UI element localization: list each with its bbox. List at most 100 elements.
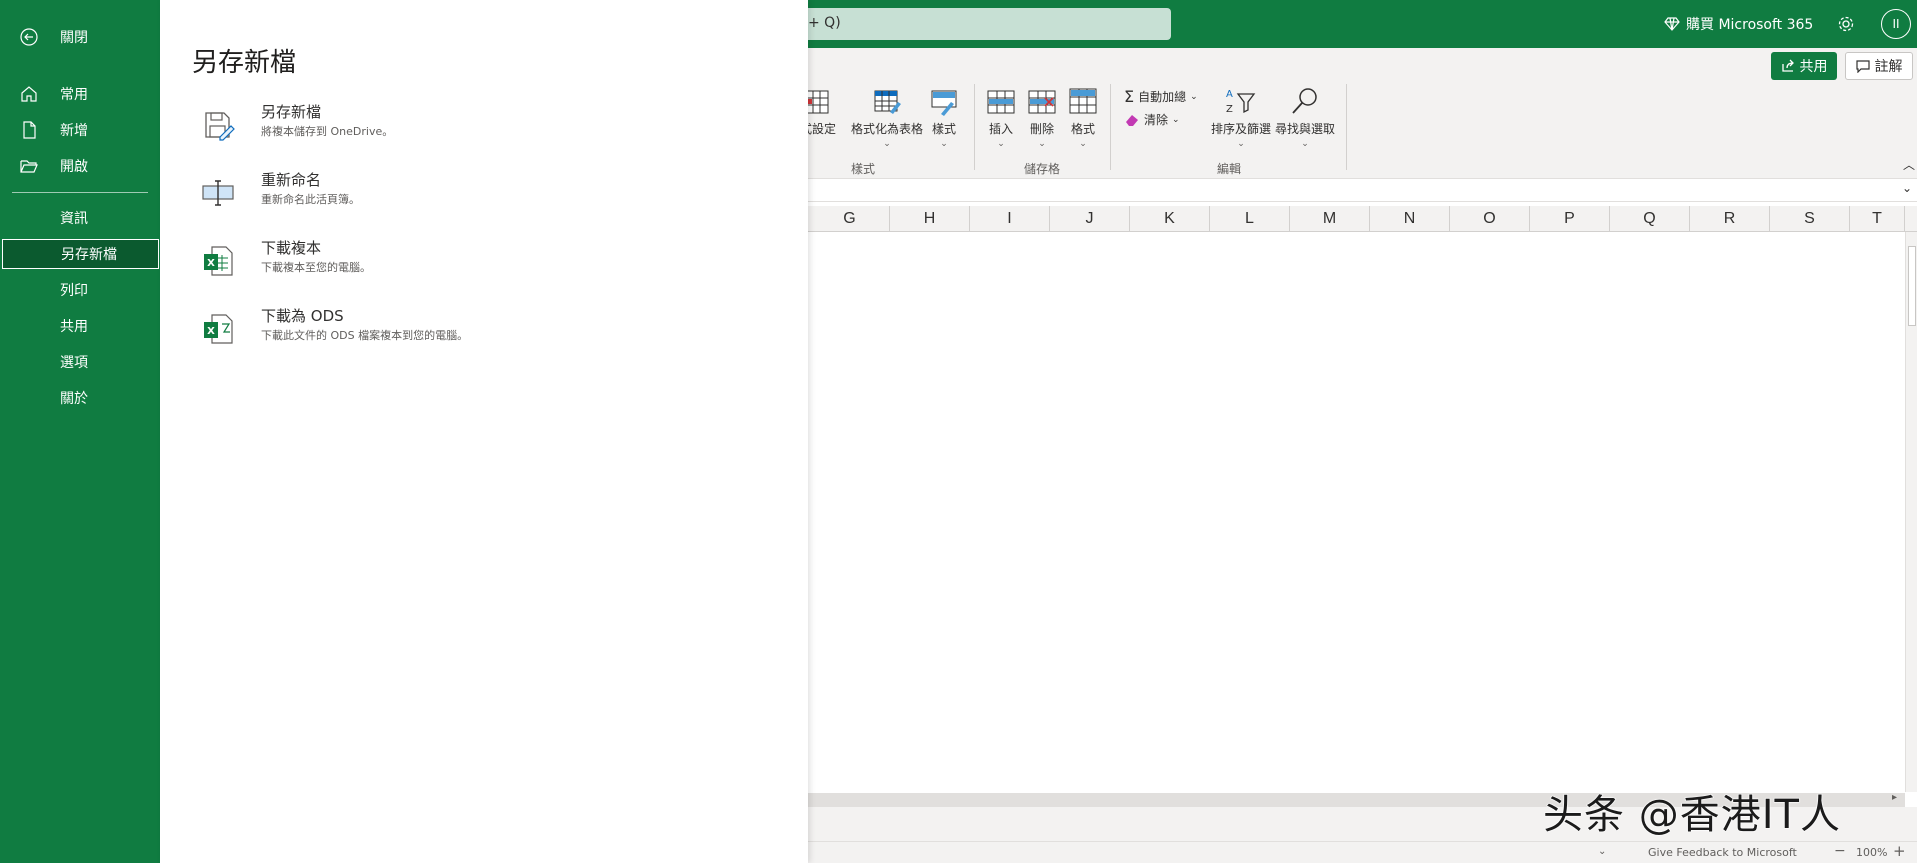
format-cells-button[interactable]: 格式 ⌄ <box>1068 86 1098 149</box>
chevron-down-icon: ⌄ <box>940 139 948 149</box>
cell-styles-icon <box>931 90 957 116</box>
delete-cells-button[interactable]: 刪除 ⌄ <box>1027 88 1057 149</box>
buy-microsoft-365-label: 購買 Microsoft 365 <box>1686 17 1814 33</box>
nav-about[interactable]: 關於 <box>0 383 160 413</box>
option-description: 重新命名此活頁簿。 <box>261 193 360 206</box>
format-as-table-label: 格式化為表格 <box>851 122 924 136</box>
nav-share-label: 共用 <box>60 319 88 335</box>
save-as-icon <box>205 112 235 141</box>
gear-icon <box>1838 16 1854 32</box>
share-icon <box>1781 59 1794 72</box>
ods-file-icon: X <box>204 314 233 344</box>
cell-styles-button[interactable]: 樣式 ⌄ <box>929 88 959 149</box>
ribbon-divider <box>1110 84 1111 170</box>
chevron-down-icon: ⌄ <box>883 139 891 149</box>
excel-file-icon: X <box>204 246 233 276</box>
column-header[interactable]: G <box>810 206 890 232</box>
nav-home[interactable]: 常用 <box>0 79 160 109</box>
expand-formula-bar-icon[interactable]: ⌄ <box>1902 181 1912 195</box>
nav-share[interactable]: 共用 <box>0 311 160 341</box>
page-title: 另存新檔 <box>192 48 297 78</box>
column-header[interactable]: K <box>1130 206 1210 232</box>
find-select-label: 尋找與選取 <box>1275 122 1336 136</box>
column-header[interactable]: Q <box>1610 206 1690 232</box>
svg-text:Z: Z <box>1226 104 1233 115</box>
share-button[interactable]: 共用 <box>1771 52 1837 80</box>
nav-new[interactable]: 新增 <box>0 115 160 145</box>
rename-icon <box>202 180 234 206</box>
new-document-icon <box>23 121 36 139</box>
chevron-down-icon: ⌄ <box>1172 114 1180 125</box>
column-header[interactable]: T <box>1850 206 1905 232</box>
sort-filter-button[interactable]: AZ 排序及篩選 ⌄ <box>1211 86 1271 149</box>
comments-label: 註解 <box>1874 59 1903 75</box>
nav-divider <box>12 192 148 193</box>
buy-microsoft-365-link[interactable]: 購買 Microsoft 365 <box>1664 13 1813 35</box>
nav-info[interactable]: 資訊 <box>0 203 160 233</box>
option-description: 將複本儲存到 OneDrive。 <box>261 125 394 138</box>
eraser-icon <box>1126 114 1138 126</box>
column-header[interactable]: N <box>1370 206 1450 232</box>
save-a-copy-option[interactable]: 另存新檔 將複本儲存到 OneDrive。 <box>200 101 760 157</box>
nav-print-label: 列印 <box>60 283 88 299</box>
delete-cells-icon <box>1028 90 1056 114</box>
chevron-down-icon[interactable]: ⌄ <box>1598 846 1606 857</box>
comment-icon <box>1855 60 1870 73</box>
scrollbar-thumb[interactable] <box>1908 246 1916 326</box>
format-as-table-button[interactable]: 格式化為表格 ⌄ <box>851 88 923 149</box>
column-header[interactable]: H <box>890 206 970 232</box>
delete-label: 刪除 <box>1029 122 1054 136</box>
vertical-scrollbar[interactable] <box>1905 232 1917 792</box>
nav-home-label: 常用 <box>60 87 88 103</box>
column-header[interactable]: P <box>1530 206 1610 232</box>
give-feedback-link[interactable]: Give Feedback to Microsoft <box>1648 846 1797 859</box>
share-label: 共用 <box>1799 59 1828 75</box>
nav-save-as[interactable]: 另存新檔 <box>2 239 159 269</box>
avatar[interactable]: II <box>1881 9 1911 39</box>
option-title: 下載為 ODS <box>261 307 344 325</box>
column-header[interactable]: J <box>1050 206 1130 232</box>
settings-button[interactable] <box>1834 12 1858 36</box>
conditional-format-icon <box>805 90 829 114</box>
chevron-down-icon: ⌄ <box>1038 139 1046 149</box>
nav-options-label: 選項 <box>60 355 88 371</box>
zoom-level[interactable]: 100% <box>1856 846 1887 859</box>
format-as-table-icon <box>874 90 901 114</box>
column-header[interactable]: S <box>1770 206 1850 232</box>
zoom-out-button[interactable]: − <box>1834 843 1846 859</box>
sigma-icon: Σ <box>1124 87 1135 106</box>
download-ods-option[interactable]: X 下載為 ODS 下載此文件的 ODS 檔案複本到您的電腦。 <box>200 305 760 361</box>
save-as-panel: 另存新檔 另存新檔 將複本儲存到 OneDrive。 重新命名 重新命名此活頁簿… <box>160 0 808 863</box>
zoom-in-button[interactable]: + <box>1893 842 1906 860</box>
clear-label: 清除 <box>1144 113 1169 127</box>
backstage-nav: 關閉 常用 新增 開啟 資訊 另存新檔 列印 共用 選項 關於 <box>0 0 160 863</box>
insert-cells-icon <box>987 90 1015 114</box>
nav-open[interactable]: 開啟 <box>0 151 160 181</box>
collapse-ribbon-icon[interactable]: ︿ <box>1903 156 1915 173</box>
option-description: 下載此文件的 ODS 檔案複本到您的電腦。 <box>261 329 469 342</box>
insert-cells-button[interactable]: 插入 ⌄ <box>986 88 1016 149</box>
nav-info-label: 資訊 <box>60 211 88 227</box>
find-select-button[interactable]: 尋找與選取 ⌄ <box>1275 86 1335 149</box>
nav-print[interactable]: 列印 <box>0 275 160 305</box>
ribbon-divider <box>1346 84 1347 170</box>
download-copy-option[interactable]: X 下載複本 下載複本至您的電腦。 <box>200 237 760 293</box>
back-arrow-icon <box>20 28 38 46</box>
autosum-button[interactable]: Σ 自動加總 ⌄ <box>1124 87 1198 106</box>
nav-new-label: 新增 <box>60 123 88 139</box>
nav-close[interactable]: 關閉 <box>0 22 160 52</box>
comments-button[interactable]: 註解 <box>1845 52 1913 80</box>
column-header[interactable]: L <box>1210 206 1290 232</box>
nav-options[interactable]: 選項 <box>0 347 160 377</box>
option-title: 另存新檔 <box>261 103 322 121</box>
clear-button[interactable]: 清除 ⌄ <box>1124 111 1180 128</box>
scroll-right-arrow-icon[interactable]: ▸ <box>1892 792 1897 803</box>
rename-option[interactable]: 重新命名 重新命名此活頁簿。 <box>200 169 760 225</box>
column-header[interactable]: I <box>970 206 1050 232</box>
nav-about-label: 關於 <box>60 391 88 407</box>
column-header[interactable]: M <box>1290 206 1370 232</box>
column-header[interactable]: R <box>1690 206 1770 232</box>
nav-open-label: 開啟 <box>60 159 88 175</box>
column-header[interactable]: O <box>1450 206 1530 232</box>
avatar-initials: II <box>1892 17 1900 31</box>
